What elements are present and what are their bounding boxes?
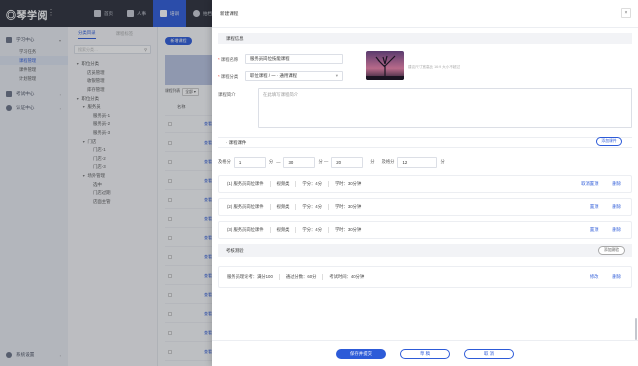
course-category-select[interactable]: 职位课程 / 一 · 通用课程 ▾ [245,71,343,81]
intro-label: 课程简介 [218,92,236,97]
delete-exam-button[interactable]: 删除 [612,274,621,280]
section-lessons: · 课程课件 [218,137,632,148]
pin-button[interactable]: 置顶 [590,204,599,210]
exam-card: 服务员理论考：满分100 通过分数：60分 考试时间：40分钟 修改 删除 [218,266,632,288]
new-course-drawer: 新建课程 × 课程信息 *课程名称 服务员岗位技能课程 *课程分类 职位课程 /… [212,0,638,366]
cover-image[interactable] [366,51,404,80]
delete-button[interactable]: 删除 [612,204,621,210]
score-max-input[interactable]: 30 [283,156,316,168]
course-name-field[interactable]: 服务员岗位技能课程 [245,54,343,64]
intro-textarea[interactable]: 在此填写课程简介 [258,88,632,128]
score-min-input[interactable]: 1 [233,156,266,168]
lesson-card: (1) 服务员岗位课件 视频类 学分：4分 学时：30分钟 取消置顶 删除 [218,175,632,193]
draft-button[interactable]: 草 稿 [400,348,450,359]
score-settings: 及格分 1 分 — 30 分 — 20 分 及格分 12 分 [218,156,445,168]
pin-button[interactable]: 置顶 [590,227,599,233]
section-exam: 考核测验 [218,244,632,257]
chevron-down-icon: ▾ [335,73,338,78]
course-category-label: *课程分类 [218,74,239,79]
lesson-card: (2) 服务员岗位课件 视频类 学分：4分 学时：30分钟 置顶 删除 [218,198,632,216]
unpin-button[interactable]: 取消置顶 [581,181,598,187]
modal-overlay[interactable] [0,0,212,366]
delete-button[interactable]: 删除 [612,227,621,233]
drawer-scrollbar[interactable] [635,318,637,340]
add-lesson-button[interactable]: 添加课件 [596,137,622,146]
save-submit-button[interactable]: 保存并提交 [336,348,386,359]
edit-exam-button[interactable]: 修改 [590,274,599,280]
delete-button[interactable]: 删除 [612,181,621,187]
drawer-title: 新建课程 [212,0,638,28]
lesson-card: (3) 服务员岗位课件 视频类 学分：4分 学时：30分钟 置顶 删除 [218,221,632,239]
add-exam-button[interactable]: 添加测验 [598,246,625,255]
cover-tip: 建议尺寸宽高比 16:9 大小不超过 [408,65,461,69]
score-third-input[interactable]: 20 [331,156,364,168]
cancel-button[interactable]: 取 消 [464,348,514,359]
drawer-footer: 保存并提交 草 稿 取 消 [212,340,638,366]
course-name-label: *课程名称 [218,57,239,62]
section-basic: 课程信息 [218,33,632,44]
close-button[interactable]: × [621,8,631,18]
pass-score-input[interactable]: 12 [397,156,438,168]
